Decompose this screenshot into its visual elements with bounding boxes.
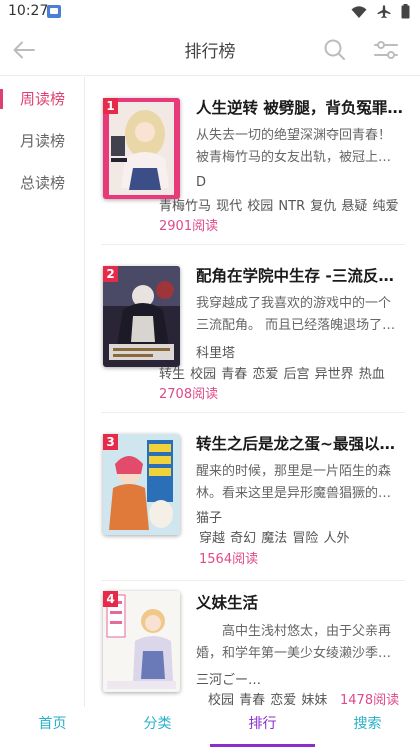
app-notification-icon [47, 5, 61, 18]
app-bar: 排行榜 [0, 24, 420, 76]
list-item[interactable]: 4 义妹生活 高中生浅村悠太，由于父亲再婚，和学年第一美少女绫濑沙季… 三河ごー… [86, 581, 420, 707]
list-item[interactable]: 2 配角在学院中生存 -三流反… 我穿越成了我喜欢的游戏中的一个三流配角。 而且… [86, 245, 420, 413]
page-title: 排行榜 [184, 42, 236, 62]
sidebar-item-total[interactable]: 总读榜 [0, 163, 85, 203]
nav-tab-ranking[interactable]: 排行 [210, 707, 315, 747]
book-title[interactable]: 人生逆转 被劈腿，背负冤罪… [196, 96, 410, 118]
rank-badge: 4 [103, 591, 118, 607]
book-description: 高中生浅村悠太，由于父亲再婚，和学年第一美少女绫濑沙季… [196, 624, 392, 661]
book-tags: 校园 青春 恋爱 妹妹 [208, 693, 328, 707]
ranking-list: 1 人生逆转 被劈腿，背负冤罪… 从失去一切的绝望深渊夺回青春！被青梅竹马的女友… [86, 77, 420, 707]
filter-sliders-icon [374, 41, 398, 59]
book-author: 猫子 [196, 511, 223, 526]
search-icon [324, 39, 345, 60]
book-description: 醒来的时候，那里是一片陌生的森林。看来这里是异形魔兽猖獗的… [196, 464, 392, 501]
battery-icon [401, 4, 410, 19]
nav-tab-home[interactable]: 首页 [0, 707, 105, 747]
book-tags: 青梅竹马 现代 校园 NTR 复仇 悬疑 纯爱 [159, 199, 399, 214]
rank-badge: 2 [103, 266, 118, 282]
status-icons [351, 4, 410, 19]
airplane-icon [377, 5, 391, 18]
status-bar: 10:27 [0, 0, 420, 24]
nav-tab-search[interactable]: 搜索 [315, 707, 420, 747]
read-count: 2708阅读 [159, 387, 219, 402]
bottom-nav: 首页 分类 排行 搜索 [0, 707, 420, 747]
read-count: 1478阅读 [340, 693, 400, 707]
sidebar-item-monthly[interactable]: 月读榜 [0, 121, 85, 161]
book-author: 三河ごー… [196, 673, 262, 688]
book-title[interactable]: 义妹生活 [196, 591, 410, 613]
read-count: 2901阅读 [159, 219, 219, 234]
ranking-sidebar: 周读榜 月读榜 总读榜 [0, 77, 85, 707]
book-author: D [196, 175, 207, 190]
status-time: 10:27 [8, 3, 49, 19]
book-tags: 转生 校园 青春 恋爱 后宫 异世界 热血 [159, 367, 385, 382]
wifi-icon [351, 5, 367, 18]
book-author: 科里塔 [196, 346, 236, 361]
book-tags: 穿越 奇幻 魔法 冒险 人外 [199, 531, 350, 546]
filter-button[interactable] [372, 37, 400, 63]
search-button[interactable] [322, 37, 348, 63]
nav-tab-category[interactable]: 分类 [105, 707, 210, 747]
book-title[interactable]: 配角在学院中生存 -三流反… [196, 264, 410, 286]
book-description: 我穿越成了我喜欢的游戏中的一个三流配角。 而且已经落魄退场了… [196, 296, 396, 333]
rank-badge: 1 [103, 98, 118, 114]
list-item[interactable]: 1 人生逆转 被劈腿，背负冤罪… 从失去一切的绝望深渊夺回青春！被青梅竹马的女友… [86, 77, 420, 245]
book-description: 从失去一切的绝望深渊夺回青春！被青梅竹马的女友出轨，被冠上… [196, 128, 392, 165]
rank-badge: 3 [103, 434, 118, 450]
sidebar-item-weekly[interactable]: 周读榜 [0, 79, 85, 119]
list-item[interactable]: 3 转生之后是龙之蛋~最强以… 醒来的时候，那里是一片陌生的森林。看来这里是异形… [86, 413, 420, 581]
read-count: 1564阅读 [199, 552, 259, 567]
book-title[interactable]: 转生之后是龙之蛋~最强以… [196, 432, 410, 454]
